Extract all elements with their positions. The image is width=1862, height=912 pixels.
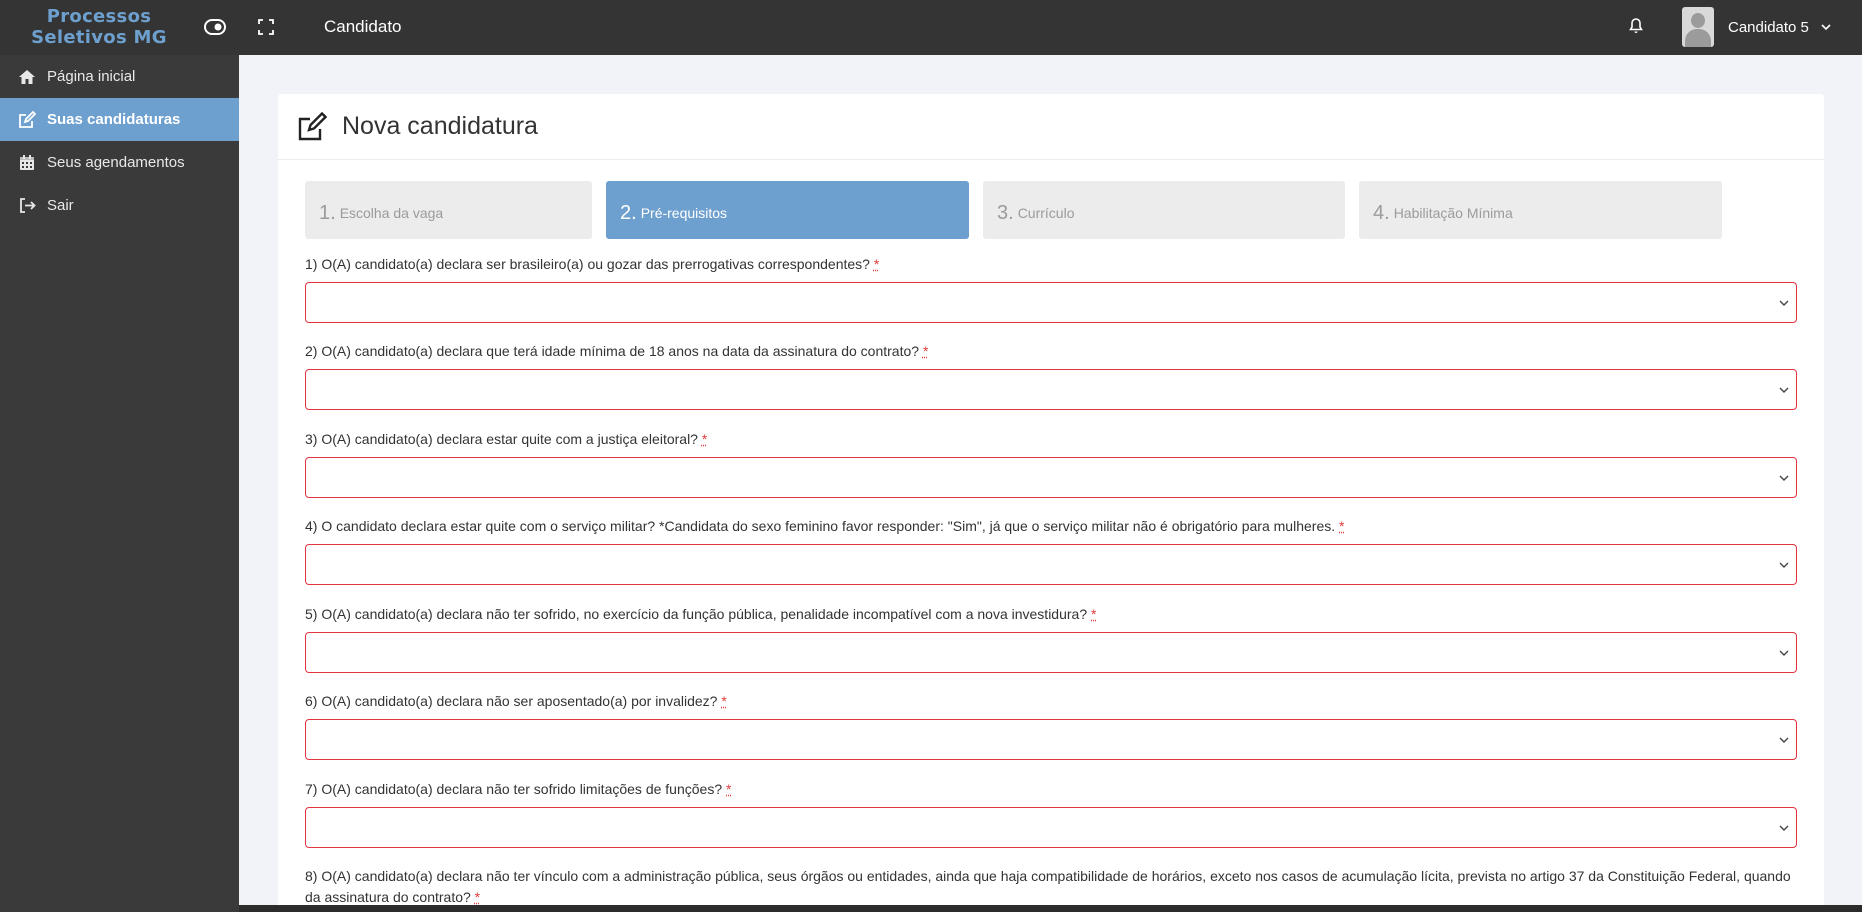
question-4: 4) O candidato declara estar quite com o… <box>305 516 1797 585</box>
brand-line-2: Seletivos MG <box>31 27 167 48</box>
sidebar-item-suas-candidaturas[interactable]: Suas candidaturas <box>0 98 239 141</box>
question-text: 7) O(A) candidato(a) declara não ter sof… <box>305 781 723 797</box>
sidebar-item-label: Página inicial <box>47 68 136 85</box>
chevron-down-icon <box>1779 650 1789 656</box>
question-3-select[interactable] <box>305 457 1797 498</box>
brand-logo[interactable]: Processos Seletivos MG <box>18 6 180 48</box>
step-curriculo[interactable]: 3. Currículo <box>983 181 1345 239</box>
required-marker: * <box>873 256 880 272</box>
chevron-down-icon <box>1821 18 1831 36</box>
step-label: Currículo <box>1017 205 1075 221</box>
question-7-select[interactable] <box>305 807 1797 848</box>
home-icon <box>17 68 37 86</box>
sidebar-item-label: Seus agendamentos <box>47 154 185 171</box>
chevron-down-icon <box>1779 737 1789 743</box>
application-card: Nova candidatura 1. Escolha da vaga 2. P… <box>278 94 1824 912</box>
question-text: 1) O(A) candidato(a) declara ser brasile… <box>305 256 870 272</box>
required-marker: * <box>1339 518 1345 534</box>
question-6-select[interactable] <box>305 719 1797 760</box>
question-8: 8) O(A) candidato(a) declara não ter vín… <box>305 866 1797 908</box>
question-label: 2) O(A) candidato(a) declara que terá id… <box>305 341 1797 362</box>
required-marker: * <box>1091 606 1097 622</box>
required-marker: * <box>721 693 727 709</box>
question-text: 5) O(A) candidato(a) declara não ter sof… <box>305 606 1088 622</box>
avatar <box>1682 7 1714 47</box>
question-1-select[interactable] <box>305 282 1797 323</box>
question-3: 3) O(A) candidato(a) declara estar quite… <box>305 429 1797 498</box>
question-label: 7) O(A) candidato(a) declara não ter sof… <box>305 779 1797 800</box>
step-label: Pré-requisitos <box>640 205 728 221</box>
chevron-down-icon <box>1779 387 1789 393</box>
question-label: 5) O(A) candidato(a) declara não ter sof… <box>305 604 1797 625</box>
required-marker: * <box>922 343 929 359</box>
page-title: Nova candidatura <box>342 112 538 140</box>
sidebar-item-sair[interactable]: Sair <box>0 184 239 227</box>
top-bar: Processos Seletivos MG Candidato Candida… <box>0 0 1862 55</box>
page-section-title: Candidato <box>324 17 402 36</box>
question-2: 2) O(A) candidato(a) declara que terá id… <box>305 341 1797 410</box>
sidebar-item-label: Sair <box>47 197 74 214</box>
required-marker: * <box>726 781 732 797</box>
chevron-down-icon <box>1779 562 1789 568</box>
question-5: 5) O(A) candidato(a) declara não ter sof… <box>305 604 1797 673</box>
step-number: 1. <box>319 201 336 224</box>
chevron-down-icon <box>1779 825 1789 831</box>
question-4-select[interactable] <box>305 544 1797 585</box>
user-name: Candidato 5 <box>1728 18 1809 36</box>
question-text: 3) O(A) candidato(a) declara estar quite… <box>305 431 698 447</box>
question-1: 1) O(A) candidato(a) declara ser brasile… <box>305 254 1797 323</box>
required-marker: * <box>701 431 708 447</box>
sidebar-item-pagina-inicial[interactable]: Página inicial <box>0 55 239 98</box>
step-label: Escolha da vaga <box>339 205 444 221</box>
step-label: Habilitação Mínima <box>1393 205 1513 221</box>
question-label: 6) O(A) candidato(a) declara não ser apo… <box>305 691 1797 712</box>
step-number: 3. <box>997 201 1014 224</box>
user-menu[interactable]: Candidato 5 <box>1682 7 1831 47</box>
question-5-select[interactable] <box>305 632 1797 673</box>
notifications-bell-icon[interactable] <box>1624 14 1648 38</box>
sidebar-item-label: Suas candidaturas <box>47 111 181 128</box>
chevron-down-icon <box>1779 300 1789 306</box>
fullscreen-icon[interactable] <box>253 14 279 40</box>
edit-icon <box>17 110 37 129</box>
toggle-sidebar-icon[interactable] <box>202 14 228 40</box>
question-text: 2) O(A) candidato(a) declara que terá id… <box>305 343 920 359</box>
card-header: Nova candidatura <box>278 94 1824 160</box>
question-label: 4) O candidato declara estar quite com o… <box>305 516 1797 537</box>
question-label: 1) O(A) candidato(a) declara ser brasile… <box>305 254 1797 275</box>
step-habilitacao-minima[interactable]: 4. Habilitação Mínima <box>1359 181 1722 239</box>
question-text: 4) O candidato declara estar quite com o… <box>305 518 1336 534</box>
question-2-select[interactable] <box>305 369 1797 410</box>
question-text: 6) O(A) candidato(a) declara não ser apo… <box>305 693 718 709</box>
required-marker: * <box>474 889 481 905</box>
sidebar-item-seus-agendamentos[interactable]: Seus agendamentos <box>0 141 239 184</box>
step-number: 2. <box>620 201 637 224</box>
calendar-icon <box>17 154 37 172</box>
edit-icon <box>297 111 328 142</box>
horizontal-scrollbar[interactable] <box>239 905 1862 912</box>
step-pre-requisitos[interactable]: 2. Pré-requisitos <box>606 181 969 239</box>
chevron-down-icon <box>1779 475 1789 481</box>
brand-line-1: Processos <box>46 6 152 27</box>
question-text: 8) O(A) candidato(a) declara não ter vín… <box>305 868 1791 905</box>
step-escolha-da-vaga[interactable]: 1. Escolha da vaga <box>305 181 592 239</box>
sign-out-icon <box>17 197 37 215</box>
question-label: 3) O(A) candidato(a) declara estar quite… <box>305 429 1797 450</box>
sidebar: Página inicial Suas candidaturas Seus ag… <box>0 55 239 912</box>
question-7: 7) O(A) candidato(a) declara não ter sof… <box>305 779 1797 848</box>
step-number: 4. <box>1373 201 1390 224</box>
question-label: 8) O(A) candidato(a) declara não ter vín… <box>305 866 1797 908</box>
question-6: 6) O(A) candidato(a) declara não ser apo… <box>305 691 1797 760</box>
